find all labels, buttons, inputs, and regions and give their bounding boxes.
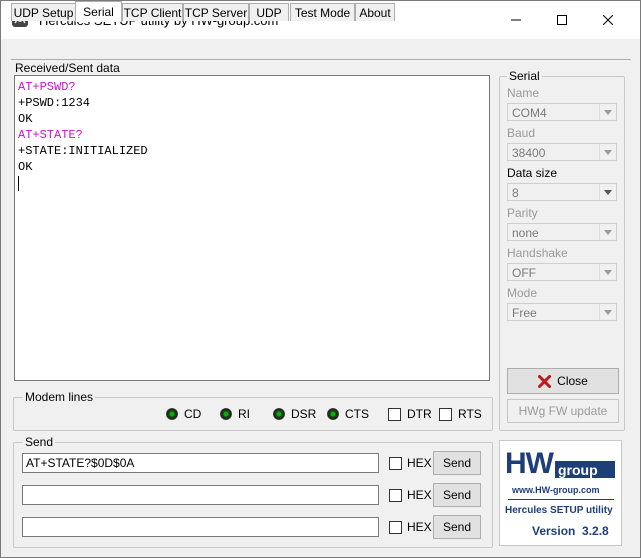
checkbox-icon[interactable] <box>389 488 402 502</box>
handshake-combo[interactable]: OFF <box>507 263 617 281</box>
text-cursor <box>18 176 19 191</box>
tab-udp[interactable]: UDP <box>249 3 289 21</box>
chevron-down-icon <box>599 144 616 160</box>
name-label: Name <box>507 86 540 100</box>
data-size-combo[interactable]: 8 <box>507 183 617 201</box>
led-cd: CD <box>166 406 201 422</box>
terminal-line: OK <box>18 112 33 126</box>
rts-checkbox[interactable]: RTS <box>439 406 482 422</box>
maximize-icon <box>557 15 567 25</box>
logo-group-text: group <box>558 462 598 478</box>
led-dsr: DSR <box>273 406 316 422</box>
checkbox-icon[interactable] <box>439 407 452 421</box>
name-combo[interactable]: COM4 <box>507 103 617 121</box>
logo-brand: HW <box>505 447 554 480</box>
hw-group-logo: HW group www.HW-group.com Hercules SETUP… <box>499 440 622 546</box>
led-indicator-icon <box>273 408 285 420</box>
led-indicator-icon <box>327 408 339 420</box>
tab-tcp-client[interactable]: TCP Client <box>122 3 183 21</box>
terminal-line: +STATE:INITIALIZED <box>18 144 148 158</box>
led-indicator-icon <box>166 408 178 420</box>
minimize-button[interactable] <box>493 1 539 39</box>
app-window: Hercules SETUP utility by HW-group.com U… <box>0 0 641 558</box>
led-ri: RI <box>220 406 250 422</box>
tab-udp-setup[interactable]: UDP Setup <box>11 3 76 21</box>
send-button-3[interactable]: Send <box>433 515 481 539</box>
mode-label: Mode <box>507 286 538 300</box>
led-indicator-icon <box>220 408 232 420</box>
received-sent-label: Received/Sent data <box>15 61 120 75</box>
serial-settings-title: Serial <box>507 69 542 83</box>
baud-combo[interactable]: 38400 <box>507 143 617 161</box>
chevron-down-icon <box>599 224 616 240</box>
send-input-2[interactable] <box>22 485 379 505</box>
tab-test-mode[interactable]: Test Mode <box>290 3 355 21</box>
logo-version: Version 3.2.8 <box>532 524 609 538</box>
hex-checkbox-2[interactable]: HEX <box>389 488 432 502</box>
hwg-fw-update-button[interactable]: HWg FW update <box>507 399 619 423</box>
logo-product: Hercules SETUP utility <box>505 505 613 516</box>
dtr-checkbox[interactable]: DTR <box>388 406 432 422</box>
parity-combo[interactable]: none <box>507 223 617 241</box>
baud-label: Baud <box>507 126 536 140</box>
checkbox-icon[interactable] <box>389 456 402 470</box>
hex-checkbox-3[interactable]: HEX <box>389 520 432 534</box>
led-cts: CTS <box>327 406 369 422</box>
terminal-line: AT+STATE? <box>18 128 83 142</box>
send-title: Send <box>23 435 56 449</box>
parity-label: Parity <box>507 206 538 220</box>
tab-serial[interactable]: Serial <box>75 1 122 22</box>
send-button-2[interactable]: Send <box>433 483 481 507</box>
chevron-down-icon <box>599 304 616 320</box>
hex-checkbox-1[interactable]: HEX <box>389 456 432 470</box>
send-button-1[interactable]: Send <box>433 451 481 475</box>
send-input-1[interactable]: AT+STATE?$0D$0A <box>22 453 379 473</box>
logo-url: www.HW-group.com <box>512 485 600 495</box>
maximize-button[interactable] <box>539 1 585 39</box>
received-sent-terminal[interactable]: AT+PSWD? +PSWD:1234 OK AT+STATE? +STATE:INIT… <box>14 75 490 381</box>
chevron-down-icon <box>599 264 616 280</box>
handshake-label: Handshake <box>507 246 568 260</box>
close-port-button[interactable]: Close <box>507 368 619 394</box>
tab-about[interactable]: About <box>355 3 395 21</box>
terminal-line: AT+PSWD? <box>18 80 76 94</box>
logo-rule <box>508 499 614 500</box>
close-window-button[interactable] <box>585 1 631 39</box>
checkbox-icon[interactable] <box>388 407 401 421</box>
chevron-down-icon <box>599 104 616 120</box>
terminal-line: +PSWD:1234 <box>18 96 91 110</box>
tab-tcp-server[interactable]: TCP Server <box>183 3 249 21</box>
tab-strip-border <box>11 59 631 60</box>
modem-lines-title: Modem lines <box>23 390 96 404</box>
close-icon <box>603 15 613 25</box>
checkbox-icon[interactable] <box>389 520 402 534</box>
minimize-icon <box>511 19 521 21</box>
send-input-3[interactable] <box>22 517 379 537</box>
data-size-label: Data size <box>507 166 558 180</box>
mode-combo[interactable]: Free <box>507 303 617 321</box>
terminal-line: OK <box>18 160 33 174</box>
chevron-down-icon <box>599 184 616 200</box>
red-x-icon <box>538 374 552 388</box>
